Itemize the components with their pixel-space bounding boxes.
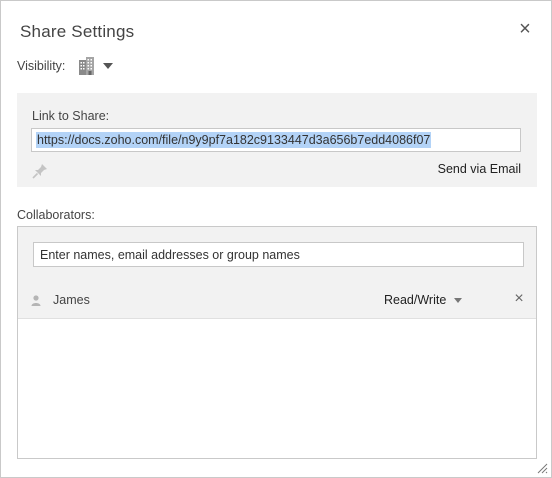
share-settings-dialog: Share Settings × Visibility: Link to Sha… [0, 0, 552, 478]
share-link-url[interactable]: https://docs.zoho.com/file/n9y9pf7a182c9… [36, 132, 432, 148]
collaborator-row: James Read/Write × [18, 281, 536, 319]
pin-icon[interactable] [31, 162, 49, 180]
collaborators-list-empty-area [18, 319, 536, 458]
chevron-down-icon[interactable] [103, 63, 114, 69]
collaborator-search-input[interactable] [33, 242, 524, 267]
collaborators-box: James Read/Write × [17, 226, 537, 459]
share-link-field[interactable]: https://docs.zoho.com/file/n9y9pf7a182c9… [31, 128, 521, 152]
resize-grip-icon[interactable] [536, 462, 548, 474]
link-panel: Link to Share: https://docs.zoho.com/fil… [17, 93, 537, 187]
dialog-title: Share Settings [20, 22, 135, 41]
collaborators-input-area [18, 227, 536, 281]
send-via-email-link[interactable]: Send via Email [438, 162, 521, 176]
link-label: Link to Share: [32, 109, 110, 123]
remove-collaborator-icon[interactable]: × [512, 291, 526, 307]
permission-label: Read/Write [384, 293, 447, 307]
user-icon [31, 295, 41, 306]
chevron-down-icon [454, 297, 463, 303]
collaborator-name: James [53, 293, 90, 307]
building-icon[interactable] [77, 56, 97, 76]
visibility-label: Visibility: [17, 59, 66, 73]
permission-dropdown[interactable]: Read/Write [384, 293, 463, 307]
close-icon[interactable]: × [516, 19, 534, 39]
visibility-row: Visibility: [17, 56, 114, 76]
collaborators-label: Collaborators: [17, 208, 95, 222]
